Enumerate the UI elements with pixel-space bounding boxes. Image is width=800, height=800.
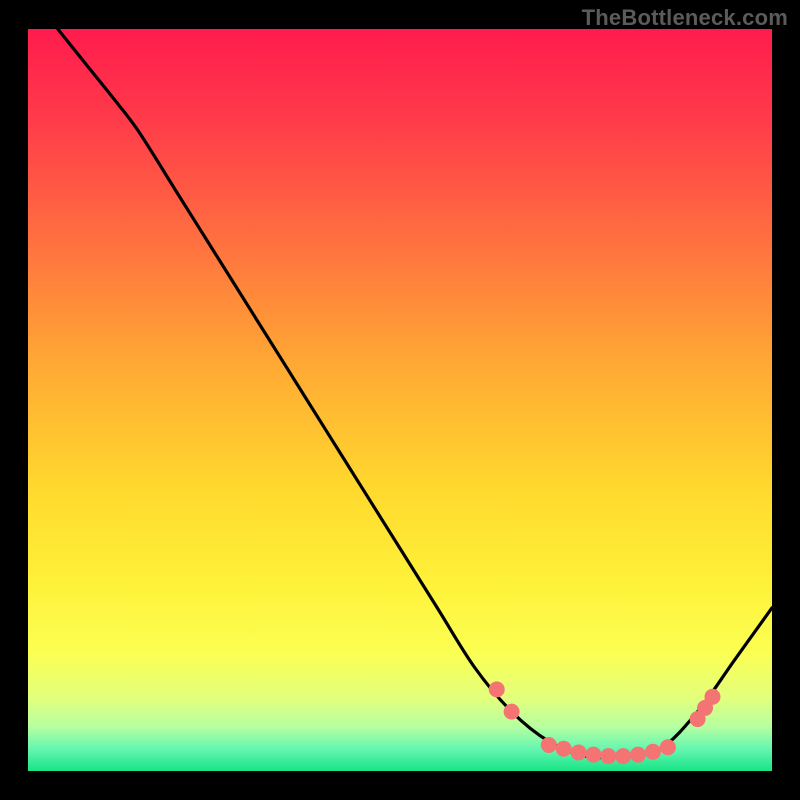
- data-marker: [556, 741, 572, 757]
- chart-svg: [0, 0, 800, 800]
- plot-frame-bottom: [0, 771, 800, 800]
- plot-background: [28, 29, 772, 771]
- data-marker: [615, 748, 631, 764]
- data-marker: [645, 744, 661, 760]
- data-marker: [571, 744, 587, 760]
- plot-frame-right: [772, 0, 800, 800]
- data-marker: [600, 748, 616, 764]
- chart-container: TheBottleneck.com: [0, 0, 800, 800]
- data-marker: [489, 681, 505, 697]
- plot-frame-left: [0, 0, 28, 800]
- data-marker: [504, 704, 520, 720]
- data-marker: [630, 747, 646, 763]
- attribution-label: TheBottleneck.com: [582, 5, 788, 31]
- data-marker: [585, 747, 601, 763]
- data-marker: [660, 739, 676, 755]
- data-marker: [704, 689, 720, 705]
- data-marker: [541, 737, 557, 753]
